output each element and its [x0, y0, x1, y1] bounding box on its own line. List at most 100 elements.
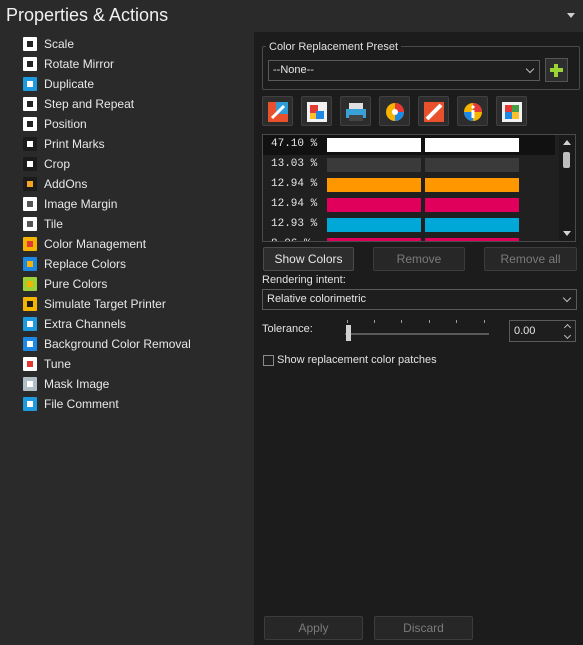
- color-percentage: 12.94 %: [271, 198, 318, 210]
- color-row[interactable]: 13.03 %: [263, 155, 555, 175]
- rendering-intent-dropdown[interactable]: Relative colorimetric: [262, 289, 577, 310]
- source-color-swatch: [327, 198, 421, 212]
- tolerance-slider-thumb[interactable]: [346, 325, 351, 341]
- remove-all-button[interactable]: Remove all: [484, 247, 577, 271]
- position-icon: [22, 116, 38, 132]
- replacement-color-swatch[interactable]: [425, 198, 519, 212]
- menu-item-label: Tile: [44, 217, 63, 231]
- discard-button[interactable]: Discard: [374, 616, 473, 640]
- scroll-up-icon[interactable]: [563, 140, 571, 145]
- spin-up-icon[interactable]: [563, 323, 572, 332]
- info-color-tool-button[interactable]: [457, 96, 488, 126]
- menu-item-print-marks[interactable]: Print Marks: [22, 134, 252, 154]
- spin-down-icon[interactable]: [563, 331, 572, 340]
- menu-item-simulate-printer[interactable]: Simulate Target Printer: [22, 294, 252, 314]
- image-margin-icon: [22, 196, 38, 212]
- pipette-tool-button[interactable]: [262, 96, 293, 126]
- menu-item-label: Mask Image: [44, 377, 110, 391]
- color-wheel-tool-button[interactable]: [379, 96, 410, 126]
- menu-item-replace-colors[interactable]: Replace Colors: [22, 254, 252, 274]
- menu-item-label: Background Color Removal: [44, 337, 191, 351]
- info-icon: [22, 396, 38, 412]
- tolerance-slider[interactable]: [345, 333, 489, 335]
- color-row[interactable]: 12.94 %: [263, 175, 555, 195]
- source-color-swatch: [327, 138, 421, 152]
- source-color-swatch: [327, 158, 421, 172]
- remove-button[interactable]: Remove: [373, 247, 465, 271]
- slider-tick: [456, 320, 457, 323]
- chevron-down-icon: [562, 293, 572, 303]
- menu-item-label: File Comment: [44, 397, 119, 411]
- menu-item-mask-image[interactable]: Mask Image: [22, 374, 252, 394]
- panel-title: Properties & Actions: [6, 5, 169, 25]
- palette-grid-tool-button[interactable]: [496, 96, 527, 126]
- tile-icon: [22, 216, 38, 232]
- panel-header: Properties & Actions: [0, 0, 583, 32]
- menu-item-label: Rotate Mirror: [44, 57, 115, 71]
- ruler-pen-tool-button[interactable]: [418, 96, 449, 126]
- scroll-down-icon[interactable]: [563, 231, 571, 236]
- show-colors-button[interactable]: Show Colors: [263, 247, 354, 271]
- rendering-intent-value: Relative colorimetric: [267, 293, 367, 305]
- replacement-color-swatch[interactable]: [425, 138, 519, 152]
- info-color-icon: [464, 103, 482, 121]
- print-marks-icon: [22, 136, 38, 152]
- color-row[interactable]: 47.10 %: [263, 135, 555, 155]
- color-percentage: 8.06 %: [271, 238, 311, 241]
- table-scrollbar[interactable]: [559, 135, 575, 241]
- menu-item-label: Scale: [44, 37, 75, 51]
- source-color-swatch: [327, 238, 421, 241]
- replacement-color-swatch[interactable]: [425, 238, 519, 241]
- menu-item-label: Image Margin: [44, 197, 118, 211]
- menu-item-duplicate[interactable]: Duplicate: [22, 74, 252, 94]
- menu-item-position[interactable]: Position: [22, 114, 252, 134]
- menu-item-step-repeat[interactable]: Step and Repeat: [22, 94, 252, 114]
- color-row[interactable]: 8.06 %: [263, 235, 555, 241]
- replacement-color-swatch[interactable]: [425, 158, 519, 172]
- step-repeat-icon: [22, 96, 38, 112]
- menu-item-label: Replace Colors: [44, 257, 127, 271]
- menu-item-color-management[interactable]: Color Management: [22, 234, 252, 254]
- tolerance-spinbox[interactable]: 0.00: [509, 320, 576, 342]
- menu-item-tile[interactable]: Tile: [22, 214, 252, 234]
- menu-item-pure-colors[interactable]: Pure Colors: [22, 274, 252, 294]
- menu-item-rotate-mirror[interactable]: Rotate Mirror: [22, 54, 252, 74]
- color-wheel-icon: [386, 103, 404, 121]
- color-swatch-tool-button[interactable]: [301, 96, 332, 126]
- menu-item-scale[interactable]: Scale: [22, 34, 252, 54]
- menu-item-label: Duplicate: [44, 77, 95, 91]
- mask-image-icon: [22, 376, 38, 392]
- add-preset-button[interactable]: [545, 58, 568, 82]
- pure-colors-icon: [22, 276, 38, 292]
- collapse-arrow-icon[interactable]: [567, 13, 575, 18]
- source-color-swatch: [327, 178, 421, 192]
- menu-item-image-margin[interactable]: Image Margin: [22, 194, 252, 214]
- menu-item-crop[interactable]: Crop: [22, 154, 252, 174]
- menu-item-background-removal[interactable]: Background Color Removal: [22, 334, 252, 354]
- show-patches-checkbox[interactable]: [263, 355, 274, 366]
- color-row[interactable]: 12.94 %: [263, 195, 555, 215]
- menu-item-label: Extra Channels: [44, 317, 127, 331]
- menu-item-tune[interactable]: Tune: [22, 354, 252, 374]
- menu-item-addons[interactable]: AddOns: [22, 174, 252, 194]
- color-management-icon: [22, 236, 38, 252]
- color-swatch-icon: [307, 102, 327, 122]
- scrollbar-thumb[interactable]: [563, 152, 570, 168]
- menu-item-extra-channels[interactable]: Extra Channels: [22, 314, 252, 334]
- slider-tick: [374, 320, 375, 323]
- menu-item-label: Print Marks: [44, 137, 105, 151]
- apply-button[interactable]: Apply: [264, 616, 363, 640]
- background-removal-icon: [22, 336, 38, 352]
- menu-item-info[interactable]: File Comment: [22, 394, 252, 414]
- addons-icon: [22, 176, 38, 192]
- color-row[interactable]: 12.93 %: [263, 215, 555, 235]
- menu-item-label: Color Management: [44, 237, 147, 251]
- printer-tool-button[interactable]: [340, 96, 371, 126]
- menu-item-label: Pure Colors: [44, 277, 108, 291]
- menu-item-label: Step and Repeat: [44, 97, 135, 111]
- tune-icon: [22, 356, 38, 372]
- preset-dropdown[interactable]: --None--: [268, 60, 540, 81]
- replacement-color-swatch[interactable]: [425, 178, 519, 192]
- menu-item-label: Simulate Target Printer: [44, 297, 166, 311]
- replacement-color-swatch[interactable]: [425, 218, 519, 232]
